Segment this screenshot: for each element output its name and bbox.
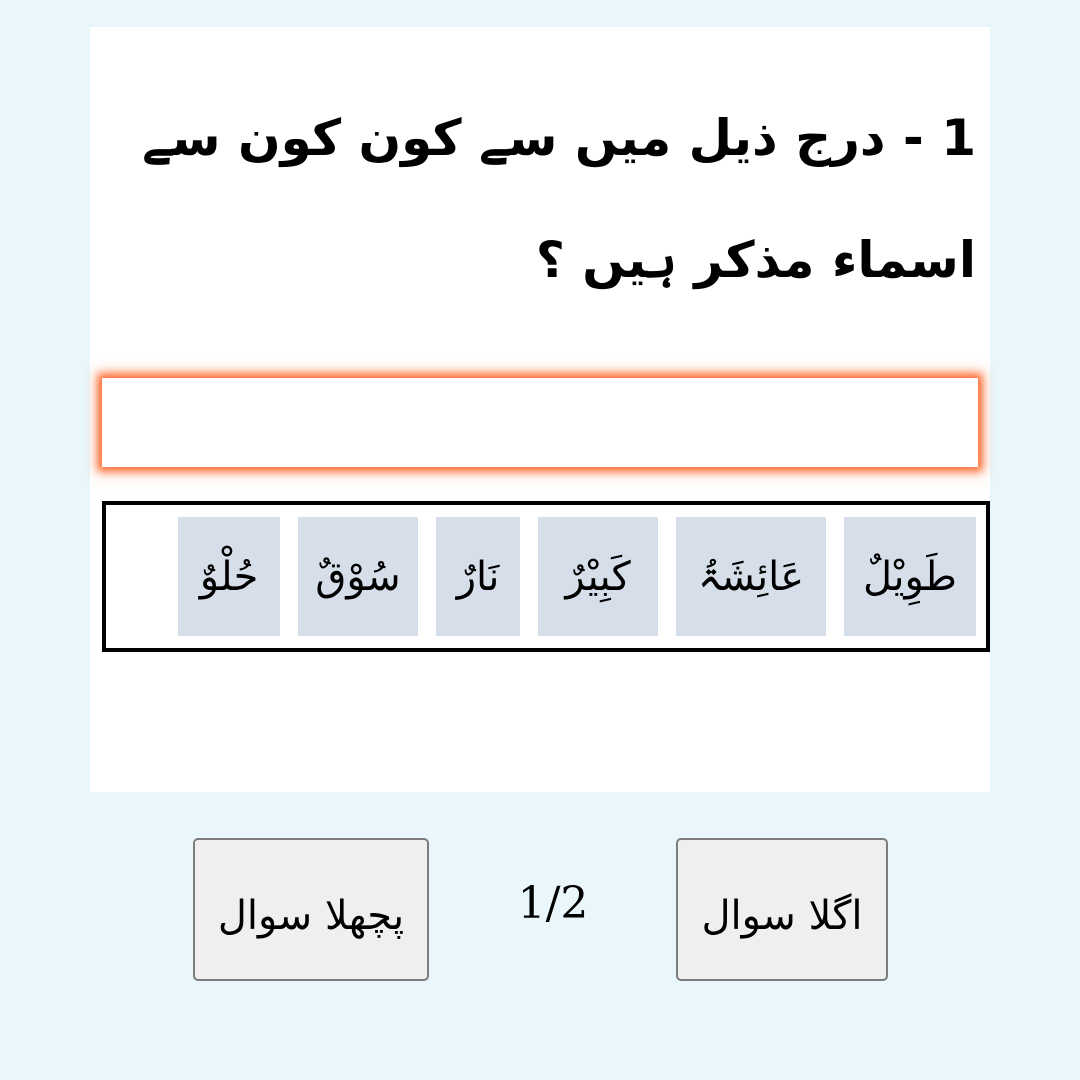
option-chip[interactable]: حُلْوٌ: [178, 517, 280, 636]
previous-question-label: پچھلا سوال: [217, 892, 405, 939]
previous-question-button[interactable]: پچھلا سوال: [193, 838, 429, 981]
option-chip[interactable]: سُوْقٌ: [298, 517, 418, 636]
option-label: سُوْقٌ: [315, 553, 401, 600]
option-label: حُلْوٌ: [199, 553, 259, 600]
option-label: نَارٌ: [456, 553, 500, 600]
option-chip[interactable]: کَبِیْرٌ: [538, 517, 658, 636]
next-question-button[interactable]: اگلا سوال: [676, 838, 888, 981]
question-body: درج ذیل میں سے کون کون سے اسماء مذکر ہیں…: [142, 109, 976, 289]
option-chip[interactable]: نَارٌ: [436, 517, 520, 636]
options-container: طَوِیْلٌ عَائِشَۃُ کَبِیْرٌ نَارٌ سُوْقٌ…: [102, 501, 990, 652]
answer-drop-zone[interactable]: [102, 378, 978, 467]
option-label: عَائِشَۃُ: [697, 553, 805, 600]
question-number: 1: [941, 109, 976, 167]
option-chip[interactable]: طَوِیْلٌ: [844, 517, 976, 636]
question-card: 1 - درج ذیل میں سے کون کون سے اسماء مذکر…: [90, 27, 990, 792]
next-question-label: اگلا سوال: [701, 892, 863, 939]
question-text: 1 - درج ذیل میں سے کون کون سے اسماء مذکر…: [130, 77, 976, 321]
page-indicator: 1/2: [517, 878, 589, 929]
option-chip[interactable]: عَائِشَۃُ: [676, 517, 826, 636]
option-label: کَبِیْرٌ: [565, 553, 631, 600]
question-separator: -: [903, 109, 924, 167]
option-label: طَوِیْلٌ: [863, 553, 957, 600]
